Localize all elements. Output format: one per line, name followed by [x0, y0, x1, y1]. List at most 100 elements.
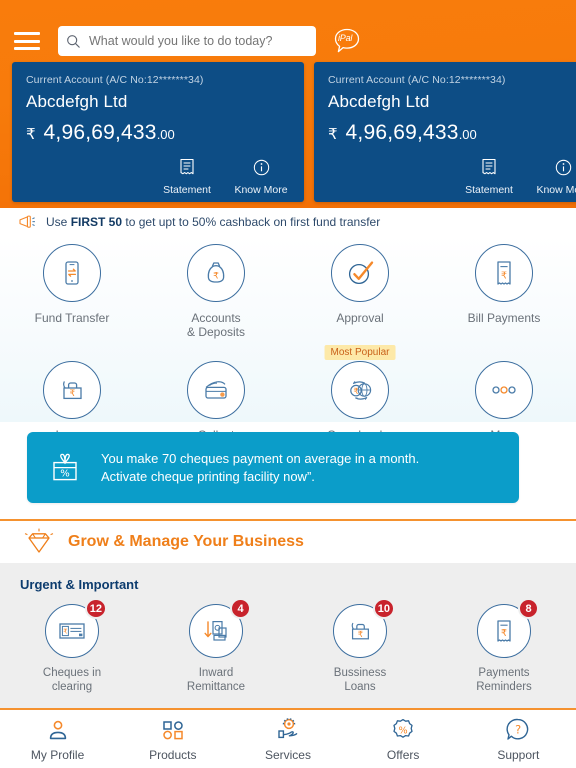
nav-item-services[interactable]: Services — [230, 717, 345, 762]
quick-action-label: Approval — [336, 311, 384, 325]
briefcase-rupee-icon: ₹ — [351, 622, 369, 640]
money-bag-icon: ₹ — [207, 262, 225, 283]
urgent-item-inward-remittance[interactable]: 4 Inward Remittance — [144, 598, 288, 694]
know-more-button[interactable]: Know More — [224, 158, 298, 196]
promo-prefix: Use — [46, 215, 71, 229]
search-bar[interactable] — [58, 26, 316, 56]
most-popular-badge: Most Popular — [324, 345, 396, 360]
balance-decimals: .00 — [458, 127, 477, 142]
statement-icon — [180, 158, 194, 175]
svg-text:₹: ₹ — [501, 628, 507, 639]
account-card[interactable]: Current Account (A/C No:12*******34) Abc… — [314, 62, 576, 202]
info-icon — [253, 159, 269, 176]
circle-frame — [43, 244, 101, 302]
circle-frame: ₹ — [475, 244, 533, 302]
statement-button[interactable]: Statement — [452, 158, 526, 196]
nav-label: Products — [149, 747, 197, 762]
header-bar: iPal — [0, 22, 576, 60]
quick-action-loans[interactable]: ₹ Loans — [0, 361, 144, 442]
user-icon — [45, 717, 71, 743]
account-number: Current Account (A/C No:12*******34) — [26, 74, 204, 86]
currency-symbol: ₹ — [26, 126, 36, 143]
inward-remittance-icon — [204, 620, 227, 641]
circle-frame: ₹ — [43, 361, 101, 419]
hamburger-menu-icon[interactable] — [14, 30, 42, 52]
label-line-1: Accounts — [191, 311, 241, 325]
urgent-item-cheques-in-clearing[interactable]: ₹ 12 Cheques in clearing — [0, 598, 144, 694]
balance-decimals: .00 — [156, 127, 175, 142]
promo-text: Use FIRST 50 to get upt to 50% cashback … — [46, 215, 380, 229]
ipal-label: iPal — [338, 33, 353, 43]
quick-action-approval[interactable]: Approval — [288, 244, 432, 339]
app-root: iPal Current Account (A/C No:12*******34… — [0, 0, 576, 768]
account-actions: Statement Know More — [150, 158, 298, 196]
nav-item-support[interactable]: ? Support — [461, 717, 576, 762]
account-card[interactable]: Current Account (A/C No:12*******34) Abc… — [12, 62, 304, 202]
statement-button[interactable]: Statement — [150, 158, 224, 196]
grow-section-header: Grow & Manage Your Business — [0, 519, 576, 563]
label-line-2: & Deposits — [186, 325, 246, 339]
grid-icon — [161, 717, 185, 743]
circle-frame: ₹ 8 — [477, 598, 539, 658]
account-balance: ₹ 4,96,69,433 .00 — [26, 121, 290, 145]
circle-frame — [475, 361, 533, 419]
quick-action-more[interactable]: More — [432, 361, 576, 442]
circle-frame: ₹ 10 — [333, 598, 395, 658]
quick-action-collect[interactable]: Collect — [144, 361, 288, 442]
urgent-important-title: Urgent & Important — [20, 577, 139, 592]
label-line-1: Payments — [478, 667, 530, 679]
search-icon — [67, 34, 80, 48]
megaphone-icon — [19, 215, 35, 228]
know-more-label: Know More — [234, 184, 288, 196]
balance-amount: 4,96,69,433 — [345, 121, 459, 144]
quick-actions-row-1: Fund Transfer ₹ Accounts & Deposits Appr… — [0, 236, 576, 339]
statement-label: Statement — [465, 184, 513, 196]
bottom-navigation: My Profile Products Services % Offers ? … — [0, 708, 576, 768]
circle-frame: ₹ 12 — [45, 598, 107, 658]
quick-action-fund-transfer[interactable]: Fund Transfer — [0, 244, 144, 339]
account-cards-carousel[interactable]: Current Account (A/C No:12*******34) Abc… — [0, 62, 576, 207]
quick-actions-section: Fund Transfer ₹ Accounts & Deposits Appr… — [0, 236, 576, 442]
promo-suffix: to get upt to 50% cashback on first fund… — [122, 215, 381, 229]
statement-label: Statement — [163, 184, 211, 196]
nav-item-offers[interactable]: % Offers — [346, 717, 461, 762]
nav-label: Support — [497, 747, 540, 762]
promo-code: FIRST 50 — [70, 215, 123, 229]
urgent-item-label: Inward Remittance — [187, 666, 245, 694]
quick-action-bill-payments[interactable]: ₹ Bill Payments — [432, 244, 576, 339]
three-dots-icon — [492, 386, 516, 394]
urgent-item-business-loans[interactable]: ₹ 10 Bussiness Loans — [288, 598, 432, 694]
account-balance: ₹ 4,96,69,433 .00 — [328, 121, 576, 145]
account-holder-name: Abcdefgh Ltd — [328, 92, 430, 111]
nav-item-my-profile[interactable]: My Profile — [0, 717, 115, 762]
quick-action-accounts-deposits[interactable]: ₹ Accounts & Deposits — [144, 244, 288, 339]
urgent-item-payments-reminders[interactable]: ₹ 8 Payments Reminders — [432, 598, 576, 694]
globe-exchange-icon: ₹ — [350, 381, 372, 400]
nav-label: My Profile — [30, 747, 85, 762]
notification-badge: 10 — [372, 598, 395, 619]
cheque-banner-text: You make 70 cheques payment on average i… — [101, 450, 419, 486]
info-icon — [555, 159, 571, 176]
promo-strip[interactable]: Use FIRST 50 to get upt to 50% cashback … — [0, 208, 576, 236]
nav-item-products[interactable]: Products — [115, 717, 230, 762]
notification-badge: 12 — [84, 598, 107, 619]
label-line-1: Cheques in — [42, 667, 102, 679]
statement-icon — [482, 158, 496, 175]
receipt-rupee-icon: ₹ — [497, 620, 511, 642]
quick-action-crossborder[interactable]: Most Popular ₹ Crossborder — [288, 345, 432, 442]
notification-badge: 4 — [230, 598, 251, 619]
know-more-label: Know More — [536, 184, 576, 196]
ipal-assistant-button[interactable]: iPal — [332, 26, 362, 56]
know-more-button[interactable]: Know More — [526, 158, 576, 196]
circle-frame: ₹ — [331, 361, 389, 419]
briefcase-rupee-icon: ₹ — [63, 381, 82, 399]
search-input[interactable] — [89, 34, 308, 48]
label-line-1: Bussiness — [333, 667, 387, 679]
gift-percent-icon: % — [53, 453, 77, 480]
account-number: Current Account (A/C No:12*******34) — [328, 74, 506, 86]
urgent-item-label: Payments Reminders — [476, 666, 532, 694]
nav-label: Services — [264, 747, 311, 762]
account-actions: Statement Know More — [452, 158, 576, 196]
cheque-printing-banner[interactable]: % You make 70 cheques payment on average… — [27, 432, 519, 503]
grow-section-title: Grow & Manage Your Business — [68, 533, 304, 550]
